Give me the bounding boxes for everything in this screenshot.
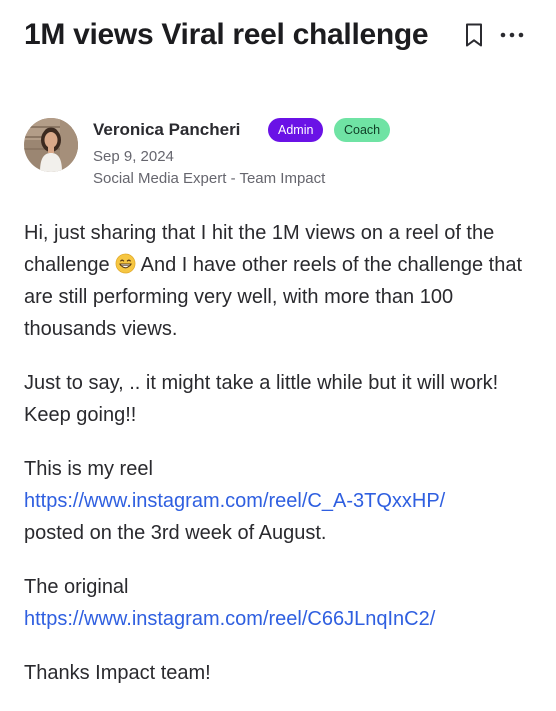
paragraph-1: Hi, just sharing that I hit the 1M views… (24, 217, 544, 345)
reel-tail-text: posted on the 3rd week of August. (24, 522, 327, 544)
post-date: Sep 9, 2024 (93, 148, 174, 165)
more-horizontal-icon (500, 32, 524, 38)
bookmark-icon (466, 23, 482, 47)
original-lead-text: The original (24, 576, 129, 598)
coach-badge: Coach (334, 118, 391, 142)
avatar[interactable] (24, 118, 78, 172)
paragraph-2: Just to say, .. it might take a little w… (24, 372, 499, 426)
grinning-face-icon (115, 253, 136, 274)
paragraph-4: The original https://www.instagram.com/re… (24, 571, 544, 635)
author-role: Social Media Expert - Team Impact (93, 170, 326, 187)
avatar-photo (24, 118, 78, 172)
author-name[interactable]: Veronica Pancheri (93, 120, 240, 140)
original-reel-link[interactable]: https://www.instagram.com/reel/C66JLnqIn… (24, 608, 435, 630)
reel-lead-text: This is my reel (24, 458, 153, 480)
more-options-button[interactable] (498, 24, 530, 46)
bookmark-button[interactable] (462, 22, 486, 48)
author-block: Veronica Pancheri Admin Coach Sep 9, 202… (24, 116, 544, 188)
admin-badge: Admin (268, 118, 324, 142)
post-title: 1M views Viral reel challenge (24, 18, 429, 51)
paragraph-5: Thanks Impact team! (24, 662, 211, 684)
post-body: Hi, just sharing that I hit the 1M views… (24, 217, 544, 711)
my-reel-link[interactable]: https://www.instagram.com/reel/C_A-3TQxx… (24, 490, 445, 512)
paragraph-3: This is my reel https://www.instagram.com… (24, 453, 544, 549)
